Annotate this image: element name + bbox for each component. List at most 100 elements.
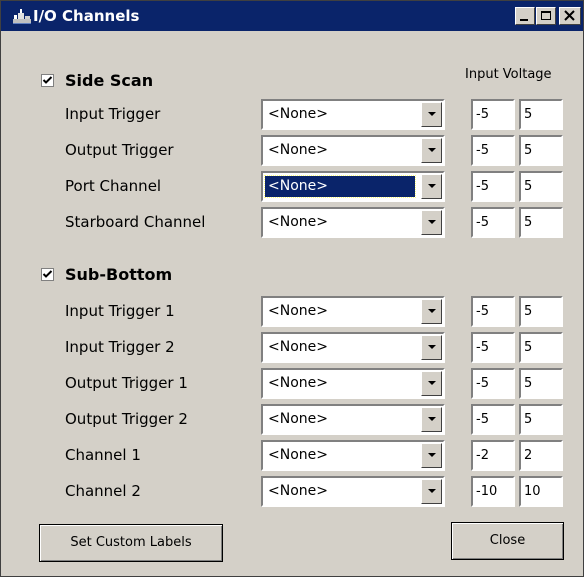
dropdown-arrow-button[interactable] (421, 138, 442, 163)
channel-label: Channel 1 (65, 446, 141, 464)
channel-label: Output Trigger 2 (65, 410, 188, 428)
voltage-min-input[interactable] (473, 173, 513, 200)
channel-select-value: <None> (268, 142, 328, 158)
voltage-min-input[interactable] (473, 442, 513, 469)
chevron-down-icon (428, 309, 436, 313)
voltage-min-input[interactable] (473, 406, 513, 433)
channel-select-value: <None> (268, 106, 328, 122)
voltage-max-input[interactable] (521, 137, 561, 164)
voltage-max-input[interactable] (521, 298, 561, 325)
voltage-min-box (471, 440, 515, 471)
voltage-min-box (471, 135, 515, 166)
sub-bottom-checkbox[interactable] (41, 268, 54, 281)
channel-select-value: <None> (268, 447, 328, 463)
voltage-min-box (471, 368, 515, 399)
side-scan-checkbox[interactable] (41, 74, 54, 87)
channel-select[interactable]: <None> (261, 476, 445, 507)
sub-bottom-label: Sub-Bottom (65, 265, 173, 284)
voltage-min-box (471, 296, 515, 327)
dropdown-arrow-button[interactable] (421, 443, 442, 468)
window-title: I/O Channels (33, 7, 140, 25)
voltage-max-input[interactable] (521, 209, 561, 236)
close-button[interactable]: Close (451, 522, 564, 560)
channel-select-value: <None> (268, 214, 328, 230)
dropdown-arrow-button[interactable] (421, 174, 442, 199)
channel-select[interactable]: <None> (261, 404, 445, 435)
voltage-min-box (471, 207, 515, 238)
channel-select-value: <None> (268, 303, 328, 319)
chevron-down-icon (428, 220, 436, 224)
ship-icon (13, 8, 31, 24)
channel-select[interactable]: <None> (261, 207, 445, 238)
voltage-min-input[interactable] (473, 370, 513, 397)
voltage-max-box (519, 99, 563, 130)
set-custom-labels-button[interactable]: Set Custom Labels (39, 524, 223, 562)
dropdown-arrow-button[interactable] (421, 299, 442, 324)
voltage-max-box (519, 476, 563, 507)
channel-select-value: <None> (264, 175, 416, 198)
channel-label: Starboard Channel (65, 213, 206, 231)
voltage-min-box (471, 171, 515, 202)
channel-select[interactable]: <None> (261, 332, 445, 363)
chevron-down-icon (428, 345, 436, 349)
voltage-min-input[interactable] (473, 298, 513, 325)
channel-select-value: <None> (268, 483, 328, 499)
dropdown-arrow-button[interactable] (421, 102, 442, 127)
voltage-min-input[interactable] (473, 478, 513, 505)
voltage-max-box (519, 368, 563, 399)
channel-select-value: <None> (268, 339, 328, 355)
voltage-max-input[interactable] (521, 101, 561, 128)
channel-label: Port Channel (65, 177, 162, 195)
input-voltage-header: Input Voltage (465, 67, 552, 82)
title-bar[interactable]: I/O Channels (1, 1, 583, 31)
close-window-button[interactable] (559, 7, 581, 25)
chevron-down-icon (428, 184, 436, 188)
channel-select[interactable]: <None> (261, 296, 445, 327)
chevron-down-icon (428, 112, 436, 116)
maximize-icon (541, 11, 551, 20)
voltage-max-box (519, 135, 563, 166)
channel-label: Output Trigger (65, 141, 174, 159)
channel-select[interactable]: <None> (261, 99, 445, 130)
voltage-max-input[interactable] (521, 334, 561, 361)
dropdown-arrow-button[interactable] (421, 371, 442, 396)
voltage-min-input[interactable] (473, 137, 513, 164)
dropdown-arrow-button[interactable] (421, 210, 442, 235)
channel-label: Input Trigger (65, 105, 161, 123)
voltage-max-box (519, 332, 563, 363)
check-icon (42, 270, 53, 278)
voltage-min-box (471, 332, 515, 363)
minimize-button[interactable] (515, 7, 535, 25)
channel-label: Output Trigger 1 (65, 374, 188, 392)
voltage-max-input[interactable] (521, 442, 561, 469)
chevron-down-icon (428, 417, 436, 421)
dropdown-arrow-button[interactable] (421, 335, 442, 360)
chevron-down-icon (428, 453, 436, 457)
channel-label: Input Trigger 2 (65, 338, 175, 356)
channel-select-value: <None> (268, 375, 328, 391)
voltage-min-box (471, 404, 515, 435)
close-icon (564, 10, 575, 21)
voltage-max-box (519, 296, 563, 327)
channel-select[interactable]: <None> (261, 171, 445, 202)
dropdown-arrow-button[interactable] (421, 407, 442, 432)
channel-select[interactable]: <None> (261, 440, 445, 471)
io-channels-window: I/O Channels Input Voltage Side Scan Inp… (0, 0, 584, 577)
channel-label: Input Trigger 1 (65, 302, 175, 320)
voltage-max-input[interactable] (521, 406, 561, 433)
side-scan-label: Side Scan (65, 71, 154, 90)
voltage-min-input[interactable] (473, 101, 513, 128)
channel-select[interactable]: <None> (261, 368, 445, 399)
channel-select[interactable]: <None> (261, 135, 445, 166)
voltage-min-input[interactable] (473, 209, 513, 236)
dropdown-arrow-button[interactable] (421, 479, 442, 504)
maximize-button[interactable] (536, 7, 556, 25)
minimize-icon (520, 19, 528, 21)
voltage-max-input[interactable] (521, 173, 561, 200)
voltage-max-input[interactable] (521, 370, 561, 397)
check-icon (42, 76, 53, 84)
channel-select-value: <None> (268, 411, 328, 427)
voltage-min-input[interactable] (473, 334, 513, 361)
voltage-max-input[interactable] (521, 478, 561, 505)
chevron-down-icon (428, 381, 436, 385)
